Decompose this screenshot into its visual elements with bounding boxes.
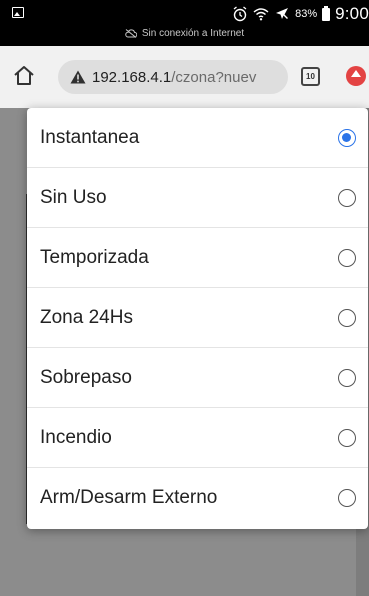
option-label: Zona 24Hs [40,306,133,328]
alarm-icon [233,6,247,22]
update-icon[interactable] [346,66,366,86]
image-icon [12,7,24,18]
option-label: Instantanea [40,126,140,148]
option-sobrepaso[interactable]: Sobrepaso [27,348,368,408]
zone-type-select-dialog: Instantanea Sin Uso Temporizada Zona 24H… [27,108,368,529]
option-instantanea[interactable]: Instantanea [27,108,368,168]
clock: 9:00 [335,4,369,23]
option-label: Incendio [40,426,112,448]
connection-status: Sin conexión a Internet [0,28,369,39]
battery-icon [322,5,331,21]
radio-unchecked[interactable] [338,308,356,327]
option-zona-24hs[interactable]: Zona 24Hs [27,288,368,348]
url-path: /czona?nuev [171,68,257,86]
address-bar[interactable]: 192.168.4.1/czona?nuev [58,60,288,94]
home-icon[interactable] [12,64,36,88]
option-incendio[interactable]: Incendio [27,408,368,468]
airplane-icon [276,8,289,19]
status-bar: 83% 9:00 Sin conexión a Internet [0,0,369,46]
option-temporizada[interactable]: Temporizada [27,228,368,288]
option-label: Arm/Desarm Externo [40,487,218,508]
phone-screen: 83% 9:00 Sin conexión a Internet 192.168… [0,0,369,596]
status-icons: 83% 9:00 [232,3,369,25]
warning-triangle-icon[interactable] [70,70,86,84]
option-label: Temporizada [40,246,149,268]
radio-checked[interactable] [338,128,356,147]
radio-unchecked[interactable] [338,188,356,207]
tab-switcher-button[interactable]: 10 [301,67,320,86]
radio-unchecked[interactable] [338,428,356,447]
url-text[interactable]: 192.168.4.1/czona?nuev [92,69,256,86]
option-arm-desarm-externo[interactable]: Arm/Desarm Externo [27,468,368,528]
option-label: Sobrepaso [40,366,132,388]
connection-text: Sin conexión a Internet [141,28,245,39]
radio-unchecked[interactable] [338,489,356,507]
battery-percent: 83% [295,8,318,20]
option-label: Sin Uso [40,186,107,208]
radio-unchecked[interactable] [338,368,356,387]
wifi-icon [253,8,269,21]
radio-unchecked[interactable] [338,248,356,267]
browser-toolbar: 192.168.4.1/czona?nuev 10 [0,46,369,108]
url-host: 192.168.4.1 [92,68,172,86]
option-sin-uso[interactable]: Sin Uso [27,168,368,228]
cloud-off-icon [125,29,137,38]
